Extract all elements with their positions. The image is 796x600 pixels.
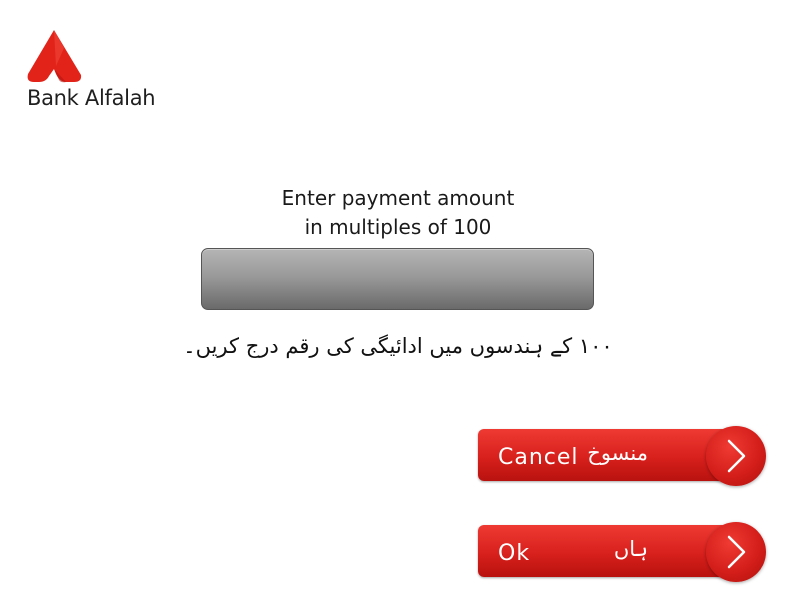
urdu-payment-prompt: ۱۰۰ کے ہندسوں میں ادائیگی کی رقم درج کری… [183,334,613,358]
ok-button[interactable]: Ok ہاں [478,522,770,582]
chevron-right-icon [727,439,746,473]
cancel-button-label: Cancel [498,445,579,470]
cancel-button-urdu-label: منسوخ [587,441,648,465]
payment-prompt: Enter payment amount in multiples of 100 [0,184,796,242]
bank-alfalah-logo-icon [27,30,82,83]
cancel-button[interactable]: Cancel منسوخ [478,426,770,486]
bank-logo: Bank Alfalah [26,28,176,118]
ok-button-label: Ok [498,541,531,566]
prompt-line-1: Enter payment amount [281,186,515,210]
amount-input[interactable] [201,248,594,310]
ok-button-bar[interactable]: Ok ہاں [478,525,728,577]
ok-chevron-button[interactable] [706,522,766,582]
chevron-right-icon [727,535,746,569]
prompt-line-2: in multiples of 100 [304,215,492,239]
cancel-chevron-button[interactable] [706,426,766,486]
bank-name: Bank Alfalah [27,86,156,110]
ok-button-urdu-label: ہاں [613,537,648,561]
cancel-button-bar[interactable]: Cancel منسوخ [478,429,728,481]
